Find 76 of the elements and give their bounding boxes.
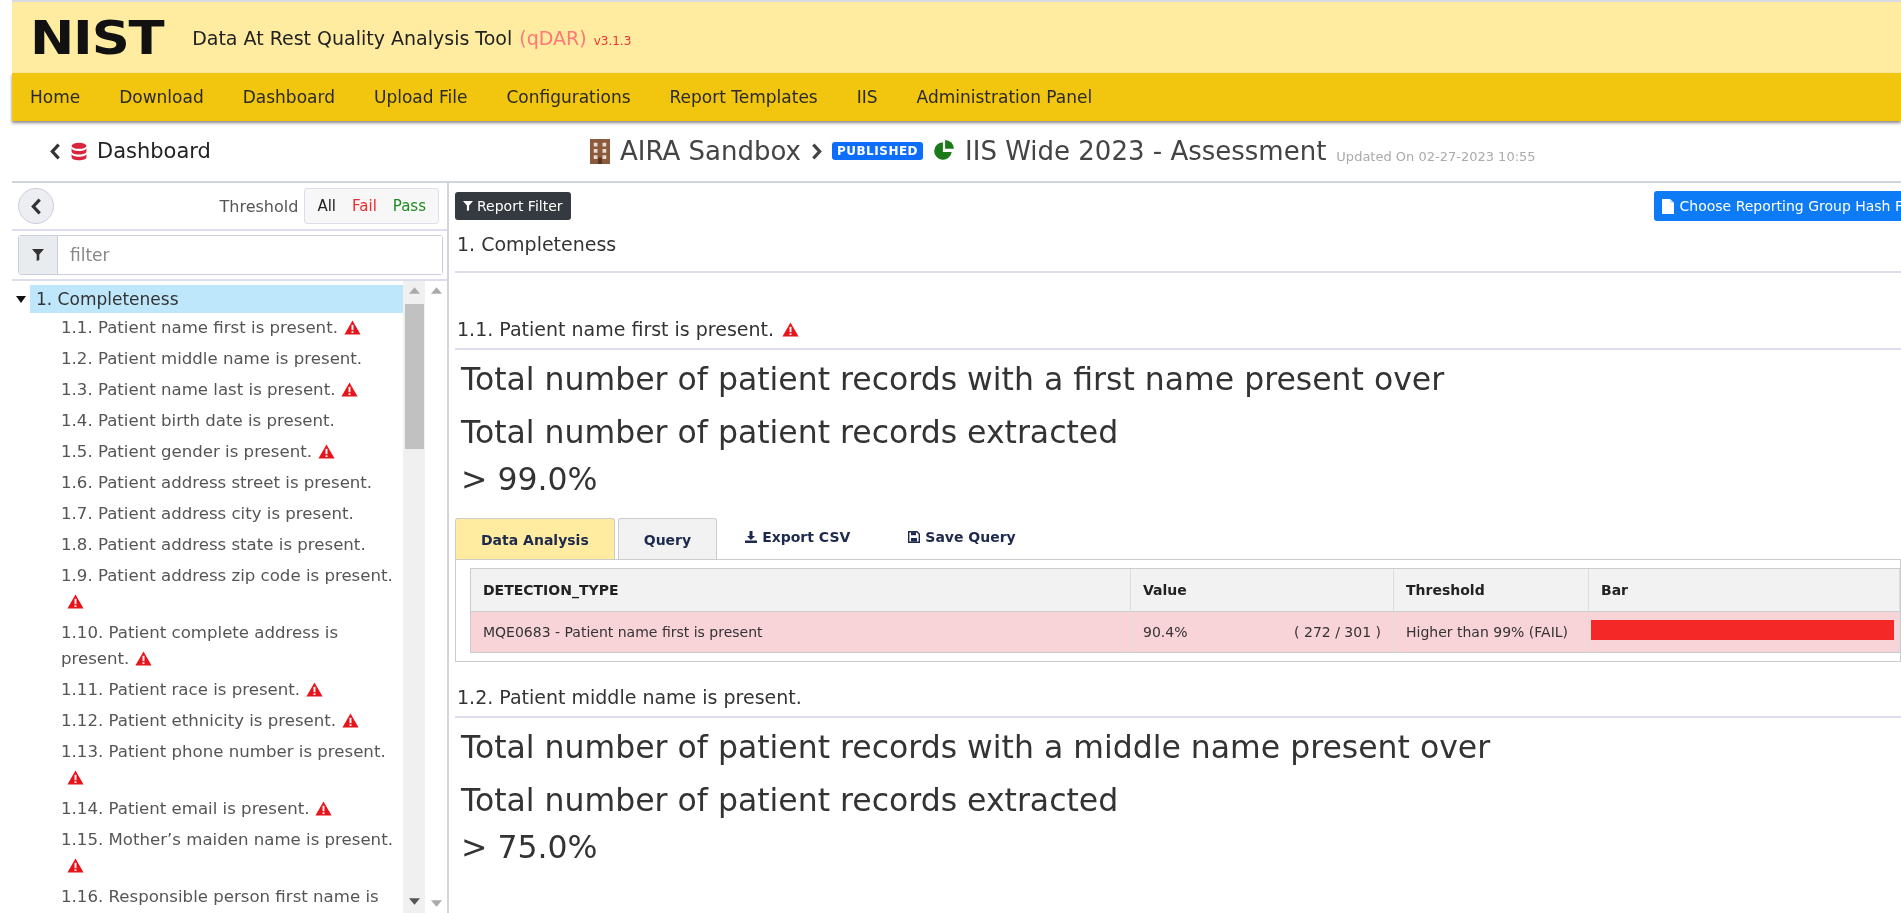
tree-item[interactable]: 1.6. Patient address street is present.: [61, 468, 399, 499]
action-link[interactable]: Save Query: [883, 529, 1046, 559]
collapse-button[interactable]: [18, 188, 54, 224]
tab[interactable]: Data Analysis: [455, 518, 615, 559]
filter-icon: [463, 201, 473, 211]
app-version: v3.1.3: [593, 33, 632, 48]
chevron-right-icon: [810, 142, 822, 160]
expand-toggle-icon[interactable]: [16, 294, 26, 304]
measure-target: > 75.0%: [460, 828, 599, 867]
tree-node[interactable]: 1. Completeness: [30, 285, 403, 313]
scrollbar-thumb[interactable]: [404, 304, 424, 449]
app-title: Data At Rest Quality Analysis Tool: [192, 26, 513, 49]
measure-description: Total number of patient records with a first name present over: [460, 360, 1446, 399]
measure-target: > 99.0%: [460, 460, 599, 499]
filter-field[interactable]: filter: [18, 235, 443, 275]
measure-title: 1.2. Patient middle name is present.: [457, 686, 802, 708]
report-filter-button[interactable]: Report Filter: [455, 192, 571, 220]
scrollbar[interactable]: [403, 281, 425, 913]
nist-logo: NIST: [30, 14, 164, 61]
table-cell: MQE0683 - Patient name first is present: [471, 612, 1131, 652]
download-icon: [745, 531, 758, 543]
app-acronym: (qDAR): [519, 26, 587, 49]
tree-item[interactable]: 1.4. Patient birth date is present.: [61, 406, 399, 437]
threshold-option[interactable]: Fail: [344, 191, 385, 221]
threshold-option[interactable]: Pass: [384, 191, 434, 221]
pie-chart-icon: [933, 140, 956, 162]
tree-item[interactable]: 1.5. Patient gender is present.: [61, 437, 399, 468]
measure-title: 1.1. Patient name first is present.: [457, 318, 775, 340]
tree-item[interactable]: 1.14. Patient email is present.: [61, 794, 399, 825]
threshold-option[interactable]: All: [309, 191, 344, 221]
tree-item[interactable]: 1.8. Patient address state is present.: [61, 530, 399, 561]
measure-description: Total number of patient records extracted: [460, 413, 1120, 452]
nav-link[interactable]: Configurations: [506, 87, 631, 107]
tree-item[interactable]: 1.16. Responsible person first name is: [61, 882, 399, 913]
nav-link[interactable]: IIS: [856, 87, 878, 107]
chevron-left-icon[interactable]: [30, 197, 42, 215]
nav-link[interactable]: Report Templates: [669, 87, 818, 107]
nav-link[interactable]: Administration Panel: [916, 87, 1093, 107]
column-header: Value: [1131, 569, 1394, 612]
action-link[interactable]: Export CSV: [720, 529, 881, 559]
table-cell: Higher than 99% (FAIL): [1394, 612, 1589, 652]
tree-item[interactable]: 1.1. Patient name first is present.: [61, 313, 399, 344]
column-header: DETECTION_TYPE: [471, 569, 1131, 612]
building-icon: [590, 138, 610, 164]
scroll-down-icon[interactable]: [408, 898, 420, 905]
organization-name: AIRA Sandbox: [620, 136, 801, 166]
threshold-label: Threshold: [219, 196, 299, 216]
tree-item[interactable]: 1.15. Mother’s maiden name is present.: [61, 825, 399, 882]
file-icon: [1661, 198, 1674, 214]
tab[interactable]: Query: [617, 518, 718, 559]
measure-description: Total number of patient records with a middle name present over: [460, 728, 1492, 767]
tree-item[interactable]: 1.10. Patient complete address is present.: [61, 618, 399, 675]
dashboard-link[interactable]: Dashboard: [97, 139, 211, 163]
tree-item[interactable]: 1.11. Patient race is present.: [61, 675, 399, 706]
filter-icon: [32, 249, 44, 261]
status-badge: PUBLISHED: [831, 142, 924, 160]
tree-item[interactable]: 1.2. Patient middle name is present.: [61, 344, 399, 375]
section-title: 1. Completeness: [455, 227, 1901, 273]
tree-item[interactable]: 1.9. Patient address zip code is present.: [61, 561, 399, 618]
nav-link[interactable]: Dashboard: [242, 87, 335, 107]
back-icon[interactable]: [50, 142, 61, 160]
database-icon: [71, 141, 87, 161]
updated-date: Updated On 02-27-2023 10:55: [1336, 148, 1536, 164]
report-title: IIS Wide 2023 - Assessment: [965, 136, 1327, 166]
nav-link[interactable]: Upload File: [373, 87, 468, 107]
tree-item[interactable]: 1.12. Patient ethnicity is present.: [61, 706, 399, 737]
column-header: Threshold: [1394, 569, 1589, 612]
tree-item[interactable]: 1.13. Patient phone number is present.: [61, 737, 399, 794]
table-cell: 90.4%: [1143, 624, 1188, 640]
nav-link[interactable]: Download: [119, 87, 204, 107]
table-cell: ( 272 / 301 ): [1294, 624, 1381, 640]
tree-item[interactable]: 1.7. Patient address city is present.: [61, 499, 399, 530]
measure-description: Total number of patient records extracted: [460, 781, 1120, 820]
column-header: Bar: [1589, 569, 1900, 612]
nav-link[interactable]: Home: [30, 87, 81, 107]
tree-item[interactable]: 1.3. Patient name last is present.: [61, 375, 399, 406]
